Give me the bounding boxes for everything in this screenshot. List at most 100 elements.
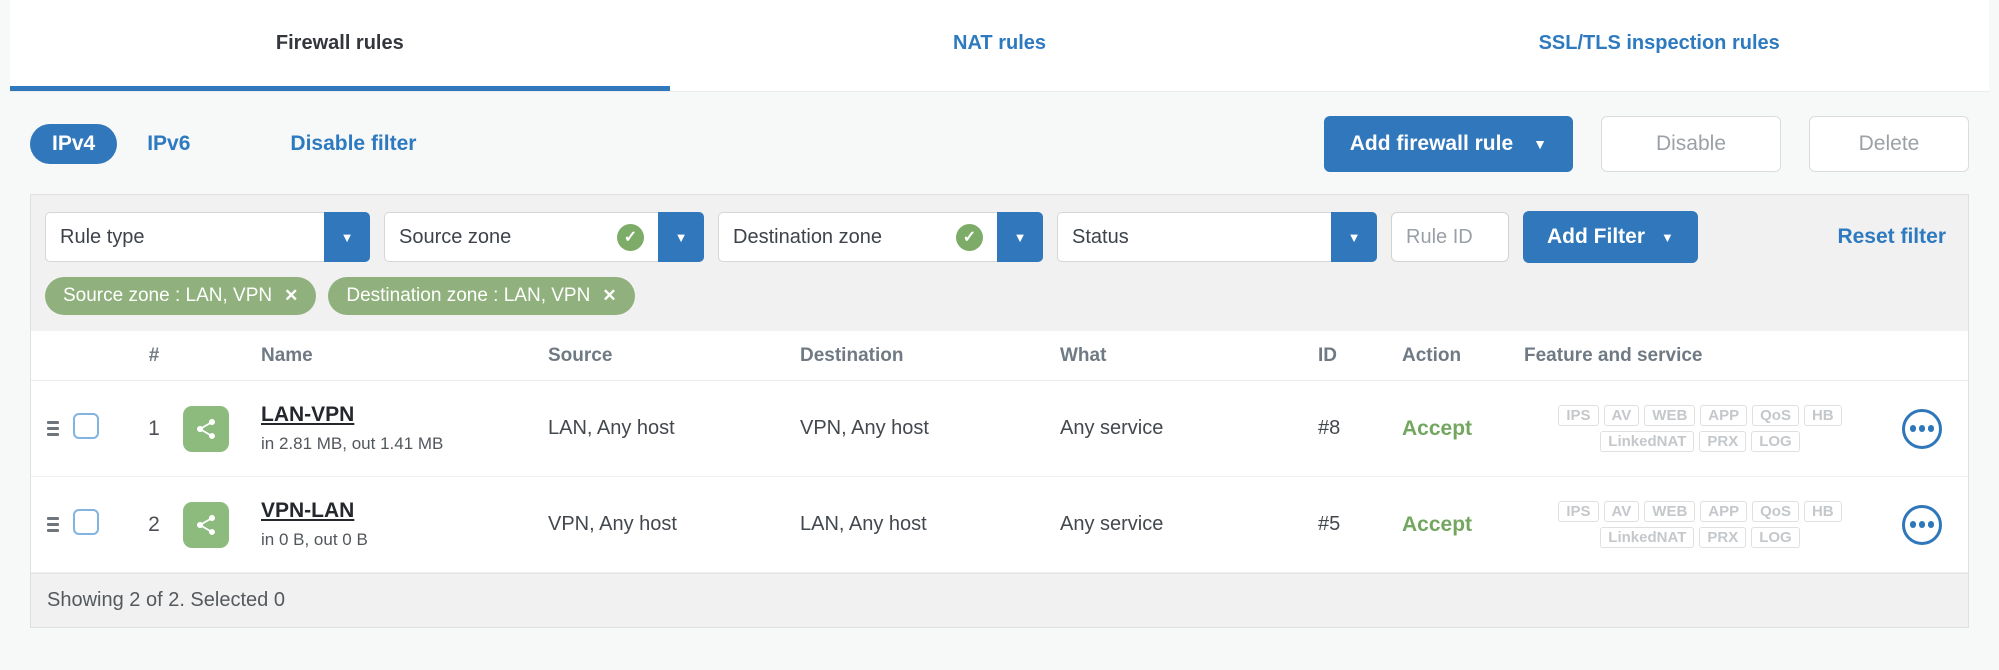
- feature-badges: IPS AV WEB APP QoS HB LinkedNAT PRX LOG: [1524, 405, 1876, 452]
- status-dropdown[interactable]: Status ▼: [1057, 212, 1377, 262]
- badge-hb: HB: [1803, 501, 1842, 522]
- reset-filter-link[interactable]: Reset filter: [1837, 225, 1954, 249]
- row-number: 2: [148, 512, 160, 536]
- destination-zone-label: Destination zone: [733, 225, 882, 248]
- filter-bar: Rule type ▼ Source zone ✓ ▼ Destination …: [31, 195, 1968, 275]
- firewall-rules-panel: Rule type ▼ Source zone ✓ ▼ Destination …: [30, 194, 1969, 628]
- header-name: Name: [261, 344, 313, 366]
- drag-handle-icon[interactable]: [47, 517, 59, 532]
- rule-id: #5: [1318, 513, 1341, 535]
- chevron-down-icon: ▼: [1661, 229, 1674, 245]
- row-checkbox[interactable]: [73, 509, 99, 535]
- destination-zone-dropdown-button[interactable]: ▼: [997, 212, 1043, 262]
- badge-linkednat: LinkedNAT: [1600, 527, 1695, 548]
- source-zone-dropdown[interactable]: Source zone ✓ ▼: [384, 212, 704, 262]
- chevron-down-icon: ▼: [1013, 229, 1027, 245]
- destination-zone-field[interactable]: Destination zone ✓: [718, 212, 997, 262]
- share-icon[interactable]: [183, 405, 229, 452]
- rule-type-label: Rule type: [60, 225, 145, 248]
- chevron-down-icon: ▼: [674, 229, 688, 245]
- source-zone-filter-chip[interactable]: Source zone : LAN, VPN ✕: [45, 277, 317, 315]
- rule-type-dropdown-button[interactable]: ▼: [324, 212, 370, 262]
- rule-source: LAN, Any host: [548, 417, 675, 439]
- status-dropdown-button[interactable]: ▼: [1331, 212, 1377, 262]
- destination-zone-filter-chip[interactable]: Destination zone : LAN, VPN ✕: [328, 277, 635, 315]
- badge-av: AV: [1603, 501, 1640, 522]
- header-source: Source: [548, 344, 613, 366]
- ellipsis-menu-icon[interactable]: [1902, 504, 1942, 545]
- add-filter-button[interactable]: Add Filter ▼: [1523, 211, 1698, 263]
- add-filter-label: Add Filter: [1547, 225, 1645, 248]
- chevron-down-icon: ▼: [1533, 136, 1547, 152]
- add-firewall-rule-button[interactable]: Add firewall rule ▼: [1323, 116, 1573, 172]
- rule-type-dropdown[interactable]: Rule type ▼: [45, 212, 370, 262]
- header-id: ID: [1318, 344, 1337, 366]
- source-zone-label: Source zone: [399, 225, 512, 248]
- tab-ssl-tls-inspection-rules[interactable]: SSL/TLS inspection rules: [1329, 0, 1989, 91]
- status-label: Status: [1072, 225, 1129, 248]
- badge-app: APP: [1700, 405, 1748, 426]
- row-checkbox[interactable]: [73, 413, 99, 439]
- header-action: Action: [1402, 344, 1462, 366]
- badge-ips: IPS: [1558, 405, 1599, 426]
- check-icon: ✓: [956, 223, 983, 251]
- badge-qos: QoS: [1752, 405, 1799, 426]
- badge-prx: PRX: [1699, 527, 1747, 548]
- tab-bar: Firewall rules NAT rules SSL/TLS inspect…: [10, 0, 1989, 92]
- badge-linkednat: LinkedNAT: [1600, 431, 1695, 452]
- header-destination: Destination: [800, 344, 904, 366]
- ipv4-toggle[interactable]: IPv4: [30, 124, 118, 164]
- rule-what: Any service: [1060, 513, 1164, 535]
- ipv6-toggle[interactable]: IPv6: [147, 132, 190, 156]
- status-field[interactable]: Status: [1057, 212, 1331, 262]
- header-number: #: [148, 344, 160, 366]
- rule-type-field[interactable]: Rule type: [45, 212, 324, 262]
- disable-button[interactable]: Disable: [1601, 116, 1781, 172]
- rule-destination: VPN, Any host: [800, 417, 929, 439]
- badge-web: WEB: [1644, 501, 1696, 522]
- row-number: 1: [148, 416, 160, 440]
- toolbar: IPv4 IPv6 Disable filter Add firewall ru…: [0, 92, 1999, 190]
- badge-prx: PRX: [1699, 431, 1747, 452]
- rule-destination: LAN, Any host: [800, 513, 927, 535]
- feature-badges: IPS AV WEB APP QoS HB LinkedNAT PRX LOG: [1524, 501, 1876, 548]
- tab-nat-rules[interactable]: NAT rules: [670, 0, 1330, 91]
- badge-web: WEB: [1644, 405, 1696, 426]
- close-icon[interactable]: ✕: [602, 286, 616, 306]
- rule-action: Accept: [1402, 512, 1473, 536]
- rule-id: #8: [1318, 417, 1341, 439]
- header-what: What: [1060, 344, 1107, 366]
- badge-app: APP: [1700, 501, 1748, 522]
- tab-firewall-rules[interactable]: Firewall rules: [10, 0, 670, 91]
- share-icon[interactable]: [183, 501, 229, 548]
- rule-what: Any service: [1060, 417, 1164, 439]
- source-zone-dropdown-button[interactable]: ▼: [658, 212, 704, 262]
- disable-filter-link[interactable]: Disable filter: [290, 132, 416, 156]
- table-footer: Showing 2 of 2. Selected 0: [31, 573, 1968, 627]
- rule-traffic: in 0 B, out 0 B: [261, 530, 368, 549]
- check-icon: ✓: [617, 223, 644, 251]
- destination-zone-dropdown[interactable]: Destination zone ✓ ▼: [718, 212, 1043, 262]
- rule-name-link[interactable]: VPN-LAN: [261, 499, 548, 523]
- badge-qos: QoS: [1752, 501, 1799, 522]
- close-icon[interactable]: ✕: [284, 286, 298, 306]
- rule-source: VPN, Any host: [548, 513, 677, 535]
- table-row: 1 LAN-VPN in 2.81 MB, out 1.41 MB LAN, A…: [31, 381, 1968, 477]
- rule-action: Accept: [1402, 416, 1473, 440]
- ellipsis-menu-icon[interactable]: [1902, 408, 1942, 449]
- rule-name-link[interactable]: LAN-VPN: [261, 403, 548, 427]
- delete-button[interactable]: Delete: [1809, 116, 1969, 172]
- drag-handle-icon[interactable]: [47, 421, 59, 436]
- add-firewall-rule-label: Add firewall rule: [1349, 132, 1514, 155]
- source-zone-field[interactable]: Source zone ✓: [384, 212, 658, 262]
- chevron-down-icon: ▼: [340, 229, 354, 245]
- table-header: # Name Source Destination What ID Action…: [31, 331, 1968, 381]
- chevron-down-icon: ▼: [1347, 229, 1361, 245]
- badge-hb: HB: [1803, 405, 1842, 426]
- table-row: 2 VPN-LAN in 0 B, out 0 B VPN, Any host …: [31, 477, 1968, 573]
- chip-label: Destination zone : LAN, VPN: [346, 285, 591, 306]
- badge-ips: IPS: [1558, 501, 1599, 522]
- rule-id-input[interactable]: [1391, 212, 1509, 262]
- chip-label: Source zone : LAN, VPN: [63, 285, 273, 306]
- filter-chips-row: Source zone : LAN, VPN ✕ Destination zon…: [31, 275, 1968, 331]
